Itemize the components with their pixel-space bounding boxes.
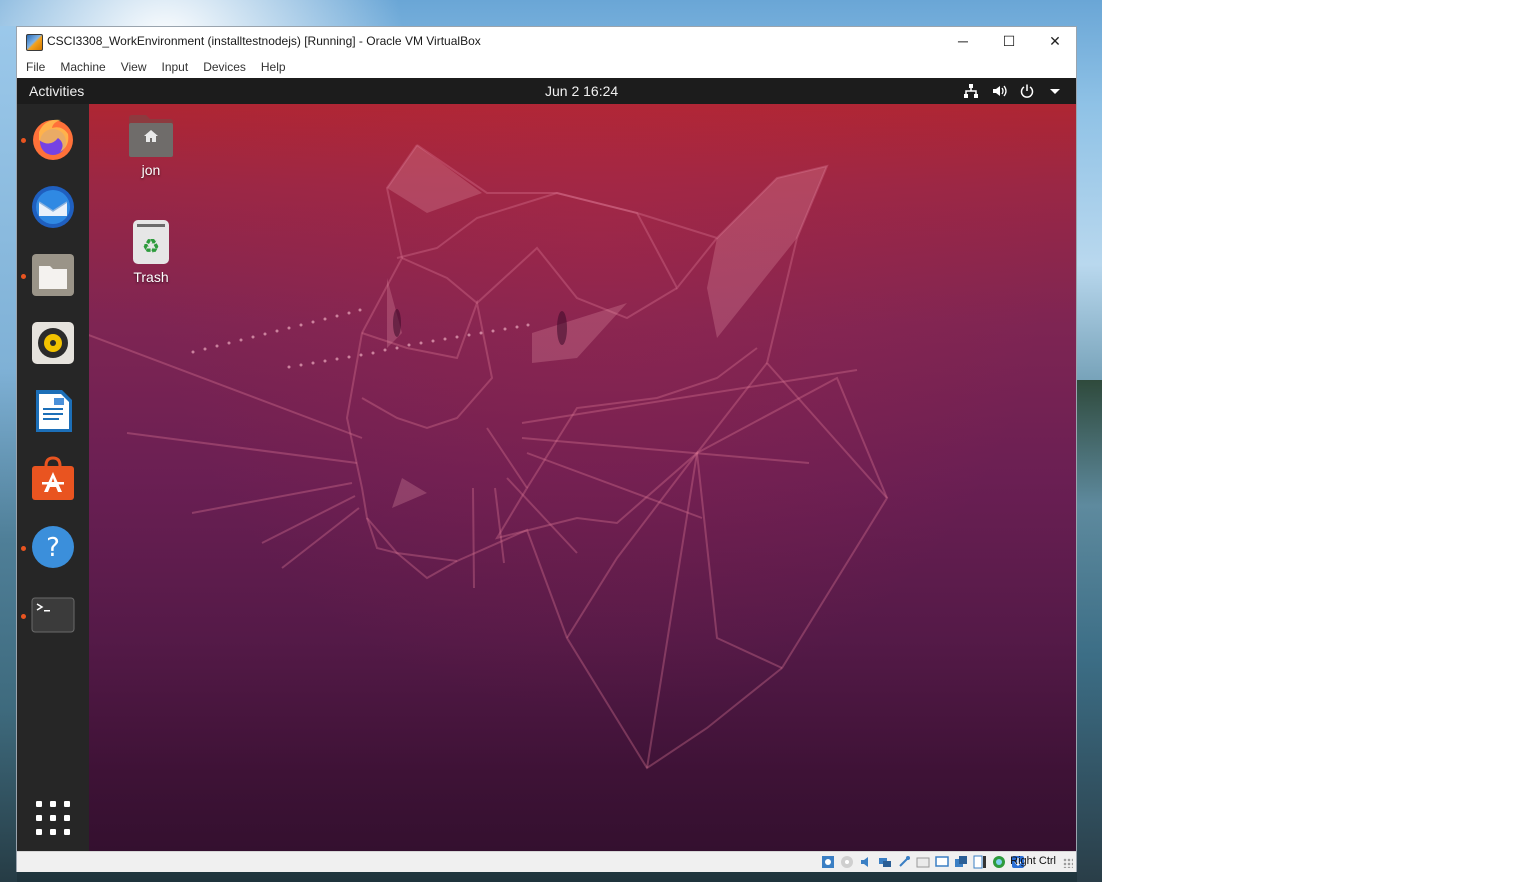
- apps-grid-icon[interactable]: [36, 801, 70, 835]
- maximize-button[interactable]: ☐: [986, 27, 1032, 55]
- virtualbox-window: CSCI3308_WorkEnvironment (installtestnod…: [16, 26, 1077, 872]
- desktop-icon-home[interactable]: jon: [116, 114, 186, 178]
- close-button[interactable]: ✕: [1032, 27, 1078, 55]
- libreoffice-writer-icon[interactable]: [30, 388, 76, 434]
- svg-text:?: ?: [46, 533, 60, 563]
- ubuntu-dock: ?: [17, 104, 89, 851]
- terminal-icon[interactable]: [30, 592, 76, 638]
- running-indicator: [21, 614, 26, 619]
- menubar: File Machine View Input Devices Help: [17, 56, 1076, 78]
- running-indicator: [21, 138, 26, 143]
- system-tray[interactable]: [962, 82, 1064, 100]
- ubuntu-software-icon[interactable]: [30, 456, 76, 502]
- status-icons: [820, 854, 1026, 870]
- svg-text:♻: ♻: [142, 234, 160, 258]
- hard-disk-icon[interactable]: [820, 854, 836, 870]
- window-title: CSCI3308_WorkEnvironment (installtestnod…: [47, 34, 481, 48]
- files-icon[interactable]: [30, 252, 76, 298]
- trash-icon: ♻: [133, 220, 169, 264]
- rhythmbox-icon[interactable]: [30, 320, 76, 366]
- audio-icon[interactable]: [858, 854, 874, 870]
- activities-button[interactable]: Activities: [29, 83, 84, 99]
- running-indicator: [21, 274, 26, 279]
- video-capture-icon[interactable]: [953, 854, 969, 870]
- home-folder-icon: [129, 115, 173, 157]
- dropdown-arrow-icon[interactable]: [1046, 82, 1064, 100]
- desktop-icon-trash[interactable]: ♻ Trash: [116, 219, 186, 285]
- host-desktop-wallpaper-left: [0, 26, 17, 882]
- menu-help[interactable]: Help: [261, 60, 286, 74]
- host-desktop-wallpaper-right: [1077, 380, 1102, 882]
- optical-drive-icon[interactable]: [839, 854, 855, 870]
- host-key-label[interactable]: Right Ctrl: [1010, 855, 1056, 867]
- virtualbox-app-icon: [26, 34, 43, 51]
- guest-display[interactable]: Activities Jun 2 16:24 ? jon ♻ Trash: [17, 78, 1076, 851]
- help-icon[interactable]: ?: [30, 524, 76, 570]
- gnome-topbar: Activities Jun 2 16:24: [17, 78, 1076, 104]
- power-icon[interactable]: [1018, 82, 1036, 100]
- running-indicator: [21, 546, 26, 551]
- network-adapter-icon[interactable]: [877, 854, 893, 870]
- virtualization-icon[interactable]: [991, 854, 1007, 870]
- volume-icon[interactable]: [990, 82, 1008, 100]
- thunderbird-icon[interactable]: [30, 184, 76, 230]
- recording-icon[interactable]: [972, 854, 988, 870]
- network-icon[interactable]: [962, 82, 980, 100]
- menu-file[interactable]: File: [26, 60, 45, 74]
- menu-machine[interactable]: Machine: [60, 60, 105, 74]
- desktop-icon-label: Trash: [133, 269, 169, 285]
- menu-devices[interactable]: Devices: [203, 60, 246, 74]
- clock[interactable]: Jun 2 16:24: [545, 83, 618, 99]
- vbox-statusbar: Right Ctrl: [17, 851, 1076, 872]
- shared-folder-icon[interactable]: [915, 854, 931, 870]
- minimize-button[interactable]: ─: [940, 27, 986, 55]
- menu-input[interactable]: Input: [162, 60, 189, 74]
- window-titlebar[interactable]: CSCI3308_WorkEnvironment (installtestnod…: [17, 27, 1076, 55]
- desktop-icon-label: jon: [141, 162, 161, 178]
- usb-icon[interactable]: [896, 854, 912, 870]
- firefox-icon[interactable]: [30, 116, 76, 162]
- resize-grip[interactable]: [1063, 858, 1073, 868]
- menu-view[interactable]: View: [121, 60, 147, 74]
- focal-fossa-wallpaper-art: [17, 144, 889, 770]
- display-icon[interactable]: [934, 854, 950, 870]
